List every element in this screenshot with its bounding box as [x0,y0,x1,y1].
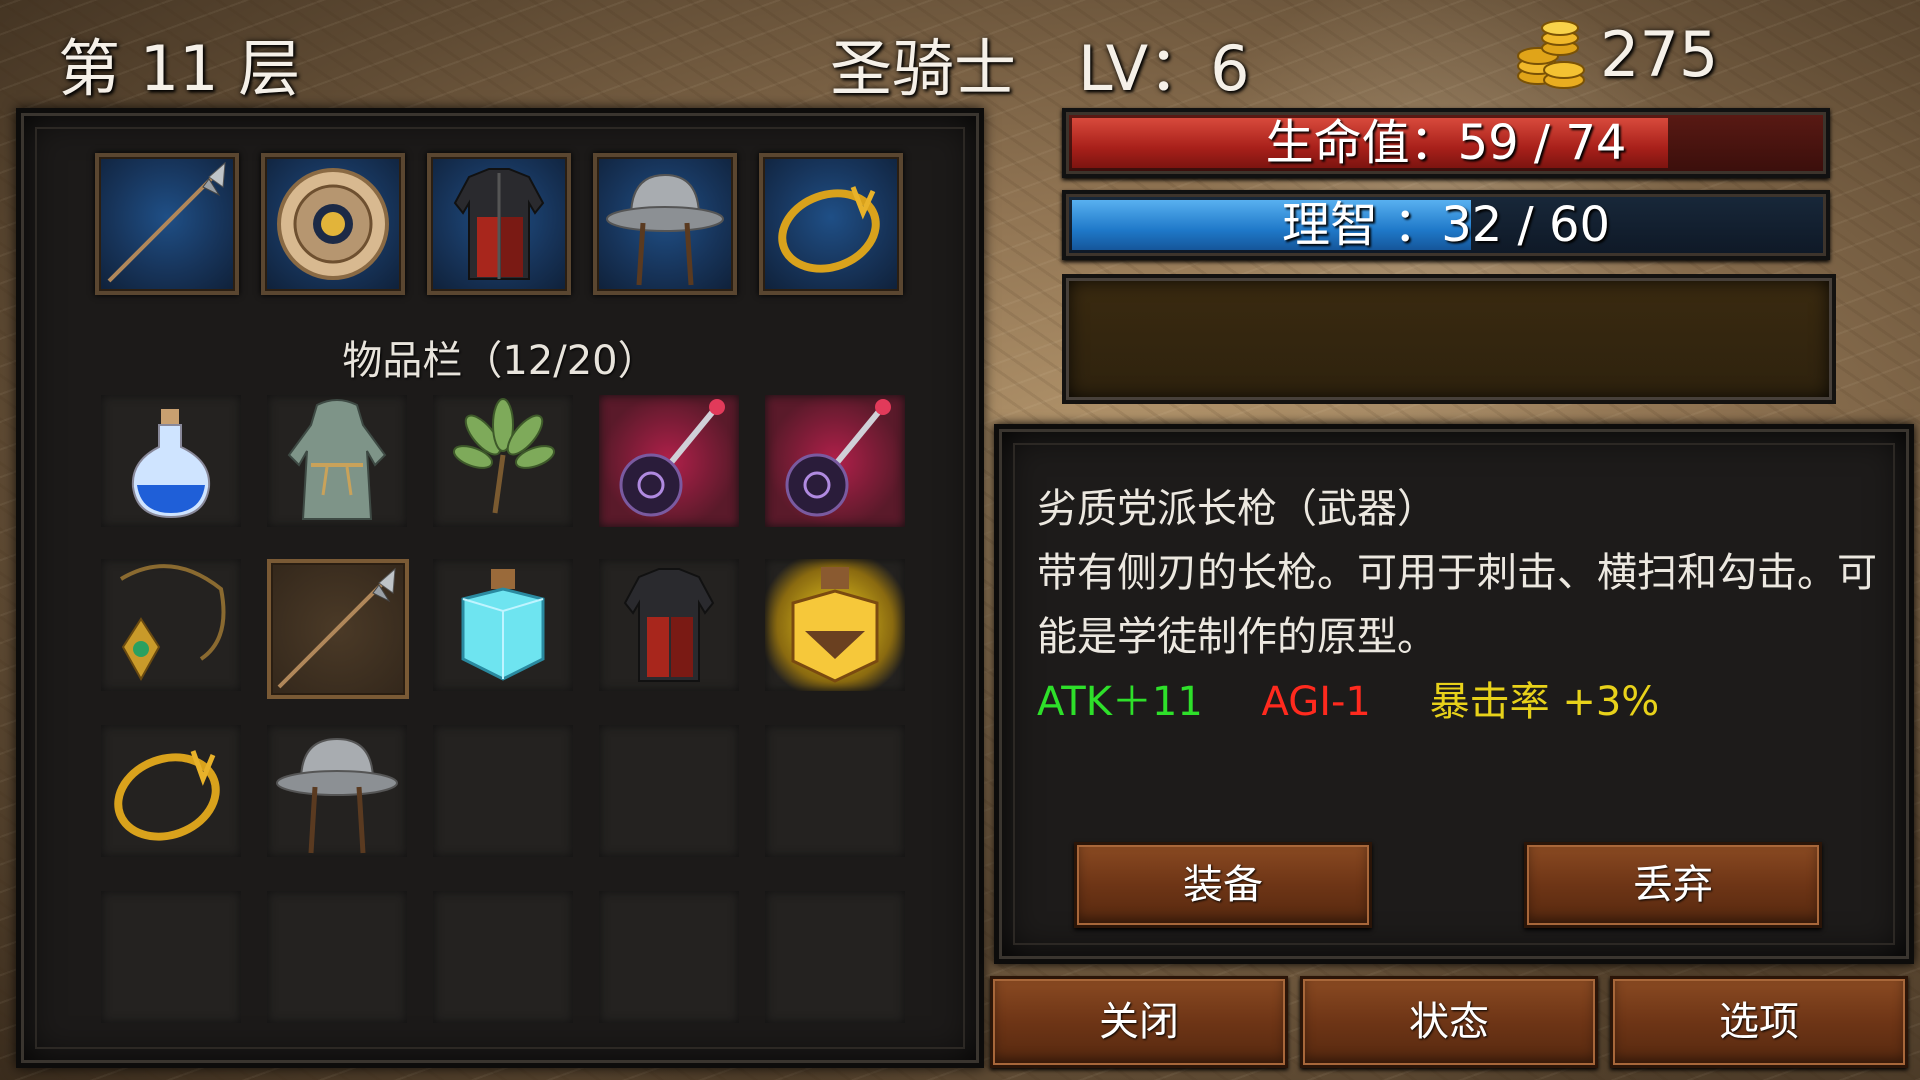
discard-button[interactable]: 丢弃 [1524,842,1822,928]
inventory-slot-8[interactable] [433,559,573,691]
stat-agi: AGI-1 [1261,679,1371,725]
red-armor-icon [623,568,715,682]
glowing-jar-icon [791,567,879,683]
item-stats: ATK＋11 AGI-1 暴击率 +3% [1037,669,1705,727]
inventory-slot-3[interactable] [433,395,573,527]
inventory-slot-2[interactable] [267,395,407,527]
hooded-robe-icon [287,399,387,520]
blue-potion-icon [131,409,211,519]
gold-amount: 275 [1600,18,1719,91]
item-description: 劣质党派长枪（武器） 带有侧刃的长枪。可用于刺击、横扫和勾击。可能是学徒制作的原… [1037,477,1877,669]
inventory-slot-6[interactable] [101,559,241,691]
stat-crit: 暴击率 +3% [1429,679,1660,725]
inventory-slot-10[interactable] [765,559,905,691]
sanity-label: 理智 ：32 / 60 [1281,197,1611,253]
inventory-slot-7[interactable] [267,559,409,699]
amulet-icon [119,564,226,682]
item-body: 带有侧刃的长枪。可用于刺击、横扫和勾击。可能是学徒制作的原型。 [1037,550,1877,660]
inventory-slot-15[interactable] [765,725,905,857]
equip-slot-helmet[interactable] [593,153,737,295]
equip-slot-weapon[interactable] [95,153,239,295]
status-button[interactable]: 状态 [1300,976,1598,1068]
floor-label: 第 11 层 [58,32,301,105]
gold-coins-icon [1517,20,1585,89]
inventory-slot-14[interactable] [599,725,739,857]
gold-ring-icon [114,750,220,841]
class-level-label: 圣骑士 LV：6 [830,32,1250,105]
crystal-jar-icon [461,569,545,681]
spear-icon [277,567,396,689]
equip-button[interactable]: 装备 [1074,842,1372,928]
herb-bundle-icon [452,398,556,514]
gold-ring-icon [778,186,880,273]
inventory-slot-4[interactable] [599,395,739,527]
dark-flail-icon [785,399,891,517]
inventory-slot-1[interactable] [101,395,241,527]
close-button[interactable]: 关闭 [990,976,1288,1068]
options-button[interactable]: 选项 [1610,976,1908,1068]
stat-atk: ATK＋11 [1037,679,1203,725]
sanity-bar: 理智 ：32 / 60 [1062,190,1830,260]
inventory-slot-18[interactable] [433,891,573,1023]
inventory-slot-12[interactable] [267,725,407,857]
inventory-slot-5[interactable] [765,395,905,527]
inventory-slot-20[interactable] [765,891,905,1023]
kettle-helmet-icon [606,173,724,286]
inventory-panel: 物品栏（12/20） [16,108,984,1068]
inventory-slot-13[interactable] [433,725,573,857]
inventory-slot-16[interactable] [101,891,241,1023]
inventory-title: 物品栏（12/20） [342,338,658,384]
equip-slot-ring[interactable] [759,153,903,295]
kettle-helmet-icon [276,737,398,854]
spear-icon [107,161,226,283]
inventory-slot-11[interactable] [101,725,241,857]
dark-flail-icon [619,399,725,517]
round-shield-icon [277,168,389,280]
red-armor-icon [453,168,545,280]
item-name: 劣质党派长枪（武器） [1037,486,1437,532]
inventory-slot-17[interactable] [267,891,407,1023]
hp-label: 生命值：59 / 74 [1265,115,1627,171]
inventory-slot-19[interactable] [599,891,739,1023]
message-box [1062,274,1836,404]
equip-slot-shield[interactable] [261,153,405,295]
equip-slot-armor[interactable] [427,153,571,295]
hp-bar: 生命值：59 / 74 [1062,108,1830,178]
inventory-slot-9[interactable] [599,559,739,691]
